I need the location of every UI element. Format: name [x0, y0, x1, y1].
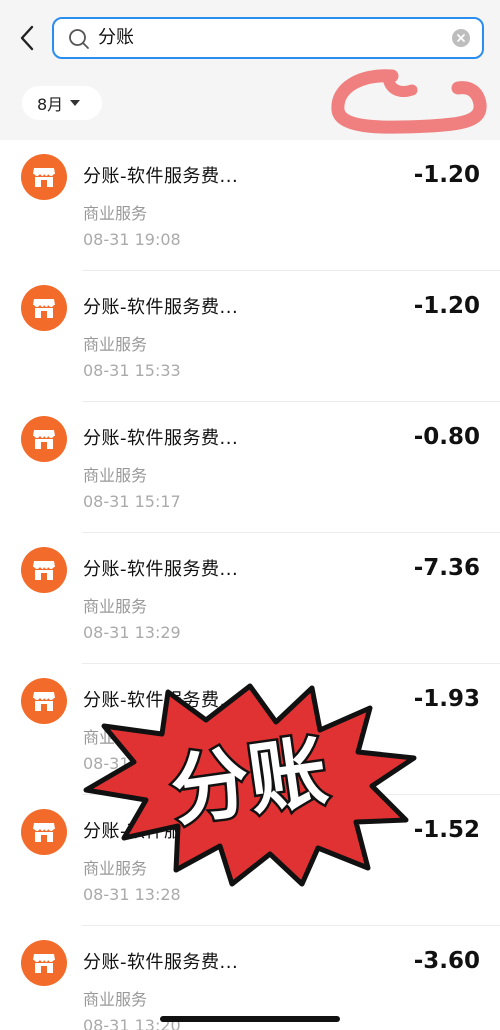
transaction-category: 商业服务 [83, 466, 148, 485]
caret-down-icon [70, 100, 81, 106]
transaction-amount: -1.20 [413, 162, 480, 188]
merchant-store-icon [21, 678, 67, 724]
clear-icon[interactable] [452, 29, 470, 47]
burst-sticker: 分账 [83, 683, 417, 887]
search-input[interactable]: 分账 [52, 17, 484, 59]
month-label: 8月 [37, 95, 64, 114]
transaction-amount: -3.60 [413, 948, 480, 974]
transaction-title: 分账-软件服务费... [83, 297, 239, 318]
merchant-store-icon [21, 809, 67, 855]
top-bar: 分账 8月 [0, 0, 500, 140]
transaction-row[interactable]: 分账-软件服务费... 商业服务 08-31 15:17 -0.80 [0, 402, 500, 533]
search-query: 分账 [98, 27, 134, 48]
transaction-amount: -1.93 [413, 686, 480, 712]
transaction-amount: -1.20 [413, 293, 480, 319]
transaction-title: 分账-软件服务费... [83, 428, 239, 449]
transaction-title: 分账-软件服务费... [83, 559, 239, 580]
merchant-store-icon [21, 154, 67, 200]
transaction-category: 商业服务 [83, 204, 148, 223]
transaction-title: 分账-软件服务费... [83, 166, 239, 187]
transaction-category: 商业服务 [83, 990, 148, 1009]
merchant-store-icon [21, 547, 67, 593]
transaction-time: 08-31 15:33 [83, 361, 181, 380]
transaction-time: 08-31 19:08 [83, 230, 181, 249]
transaction-amount: -0.80 [413, 424, 480, 450]
red-scribble-annotation [331, 69, 487, 134]
transaction-time: 08-31 15:17 [83, 492, 181, 511]
home-indicator [160, 1016, 340, 1022]
back-button[interactable] [10, 20, 44, 56]
merchant-store-icon [21, 940, 67, 986]
search-icon [69, 29, 89, 49]
transaction-row[interactable]: 分账-软件服务费... 商业服务 08-31 13:20 -3.60 [0, 926, 500, 1030]
merchant-store-icon [21, 285, 67, 331]
month-filter[interactable]: 8月 [22, 86, 102, 120]
merchant-store-icon [21, 416, 67, 462]
transaction-row[interactable]: 分账-软件服务费... 商业服务 08-31 15:33 -1.20 [0, 271, 500, 402]
transaction-category: 商业服务 [83, 335, 148, 354]
transaction-row[interactable]: 分账-软件服务费... 商业服务 08-31 13:29 -7.36 [0, 533, 500, 664]
transaction-title: 分账-软件服务费... [83, 952, 239, 973]
transaction-category: 商业服务 [83, 597, 148, 616]
transaction-row[interactable]: 分账-软件服务费... 商业服务 08-31 19:08 -1.20 [0, 140, 500, 271]
transaction-list: 分账-软件服务费... 商业服务 08-31 19:08 -1.20 分账-软件服务费.… [0, 140, 500, 1030]
transaction-time: 08-31 13:29 [83, 623, 181, 642]
transaction-amount: -1.52 [413, 817, 480, 843]
transaction-amount: -7.36 [413, 555, 480, 581]
chevron-left-icon [20, 25, 34, 51]
